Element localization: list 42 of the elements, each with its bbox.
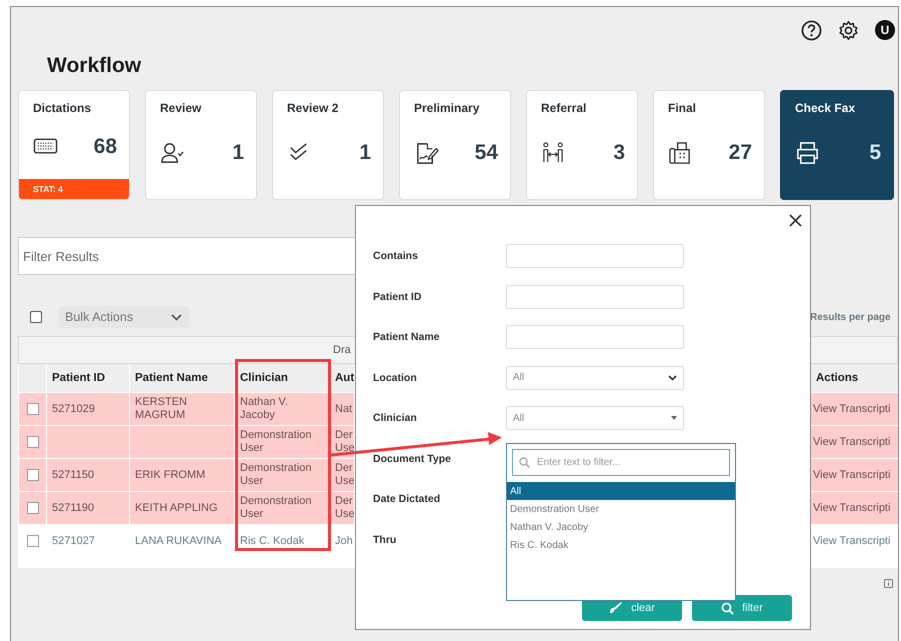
card-title: Review — [159, 100, 202, 117]
field-label: Document Type — [373, 452, 452, 465]
table-cell: Der Use — [335, 495, 354, 521]
card-count: 1 — [232, 141, 244, 165]
table-cell: 5271029 — [52, 402, 95, 416]
table-cell: Der Use — [335, 462, 354, 488]
card-title: Review 2 — [286, 100, 340, 117]
page-title: Workflow — [47, 53, 142, 79]
card-count: 5 — [869, 141, 881, 165]
card-count: 68 — [94, 135, 117, 160]
table-cell: Nat — [335, 402, 352, 416]
card-title: Check Fax — [794, 100, 856, 117]
table-cell: ERIK FROMM — [135, 468, 206, 482]
table-cell: 5271027 — [52, 534, 95, 548]
field-label: Location — [373, 372, 418, 384]
table-cell: Der Use — [335, 429, 354, 455]
field-label: Date Dictated — [373, 493, 442, 506]
card-title: Dictations — [32, 100, 92, 116]
table-cell-text: Demonstration User — [240, 462, 313, 488]
field-label: Contains — [373, 250, 419, 262]
stat-badge: STAT: 4 — [19, 179, 129, 199]
table-cell-text: Demonstration User — [240, 429, 313, 455]
card-count: 54 — [474, 141, 498, 165]
table-cell: 5271150 — [52, 468, 94, 482]
results-per-page-label: Results per page — [810, 312, 892, 322]
card-count: 1 — [359, 141, 371, 165]
table-cell: Ris C. Kodak — [240, 534, 304, 548]
field-label: Thru — [373, 534, 398, 546]
card-count: 27 — [728, 141, 752, 165]
table-cell-text: KERSTEN MAGRUM — [135, 396, 188, 422]
card-count: 3 — [613, 141, 625, 165]
card-title: Final — [667, 100, 698, 117]
field-label: Patient ID — [373, 290, 422, 303]
card-title: Preliminary — [413, 100, 480, 117]
field-label: Clinician — [373, 412, 418, 424]
table-cell: LANA RUKAVINA — [135, 534, 222, 548]
table-cell-text: Nathan V. Jacoby — [240, 396, 289, 422]
table-cell: KEITH APPLING — [135, 502, 218, 514]
card-title: Referral — [540, 100, 588, 117]
table-cell-text: Demonstration User — [240, 495, 313, 521]
table-cell: 5271190 — [52, 502, 94, 514]
table-cell: Joh — [335, 534, 353, 548]
